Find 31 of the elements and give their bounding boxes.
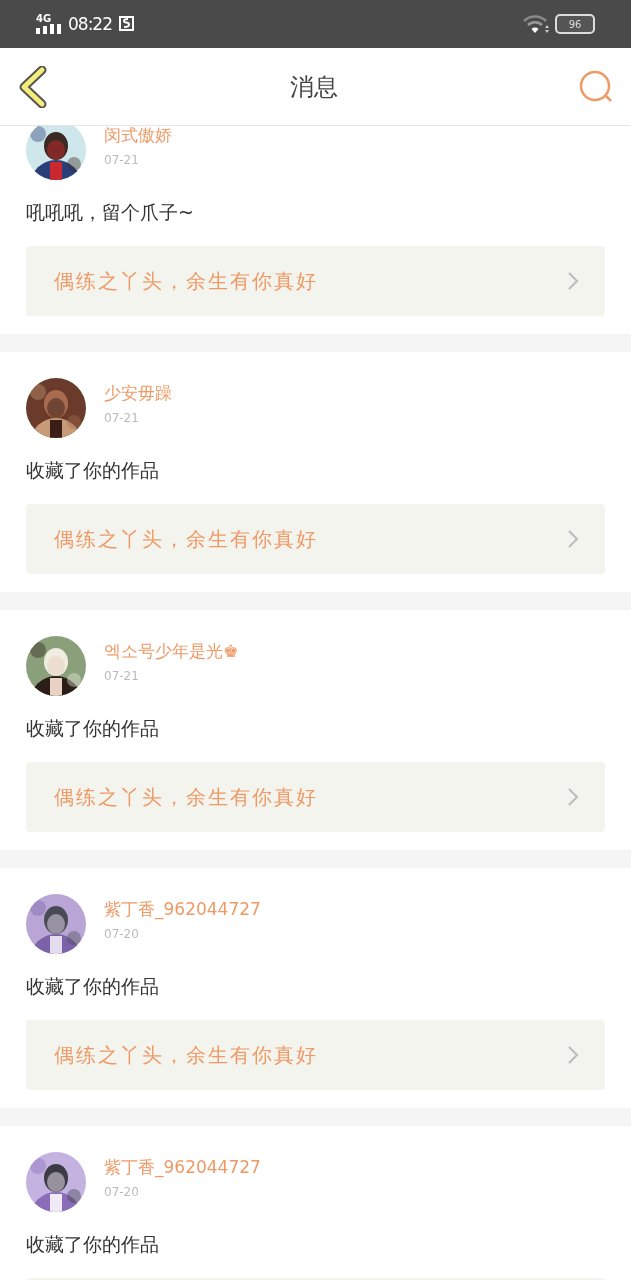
message-text: 收藏了你的作品 (26, 1232, 160, 1257)
message-text: 收藏了你的作品 (26, 716, 160, 741)
user-name[interactable]: 紫丁香_962044727 (104, 898, 261, 921)
wifi-icon (523, 14, 549, 34)
message-date: 07-21 (104, 411, 140, 425)
battery-icon: 96 (555, 14, 595, 34)
message-date: 07-21 (104, 153, 140, 167)
back-icon[interactable] (18, 65, 48, 108)
work-link[interactable]: 偶练之丫头，余生有你真好 (26, 246, 605, 316)
page-title: 消息 (289, 71, 338, 103)
user-name[interactable]: 엑소号少年是光♚ (104, 640, 239, 663)
message-text: 收藏了你的作品 (26, 458, 160, 483)
user-name[interactable]: 闵式傲娇 (104, 124, 172, 147)
work-link[interactable]: 偶练之丫头，余生有你真好 (26, 1020, 605, 1090)
message-text: 吼吼吼，留个爪子~ (26, 200, 195, 225)
message-date: 07-20 (104, 927, 140, 941)
work-link[interactable]: 偶练之丫头，余生有你真好 (26, 504, 605, 574)
user-name[interactable]: 少安毋躁 (104, 382, 172, 405)
chevron-icon (567, 271, 579, 291)
message-date: 07-20 (104, 1185, 140, 1199)
user-name[interactable]: 紫丁香_962044727 (104, 1156, 261, 1179)
message-date: 07-21 (104, 669, 140, 683)
clock-time: 08:22 (68, 14, 112, 34)
network-type: 4G (36, 14, 52, 24)
work-link[interactable]: 偶练之丫头，余生有你真好 (26, 762, 605, 832)
message-text: 收藏了你的作品 (26, 974, 160, 999)
chevron-icon (567, 787, 579, 807)
signal-icon (36, 24, 62, 34)
chevron-icon (567, 529, 579, 549)
chevron-icon (567, 1045, 579, 1065)
screenshot-icon (118, 15, 136, 33)
